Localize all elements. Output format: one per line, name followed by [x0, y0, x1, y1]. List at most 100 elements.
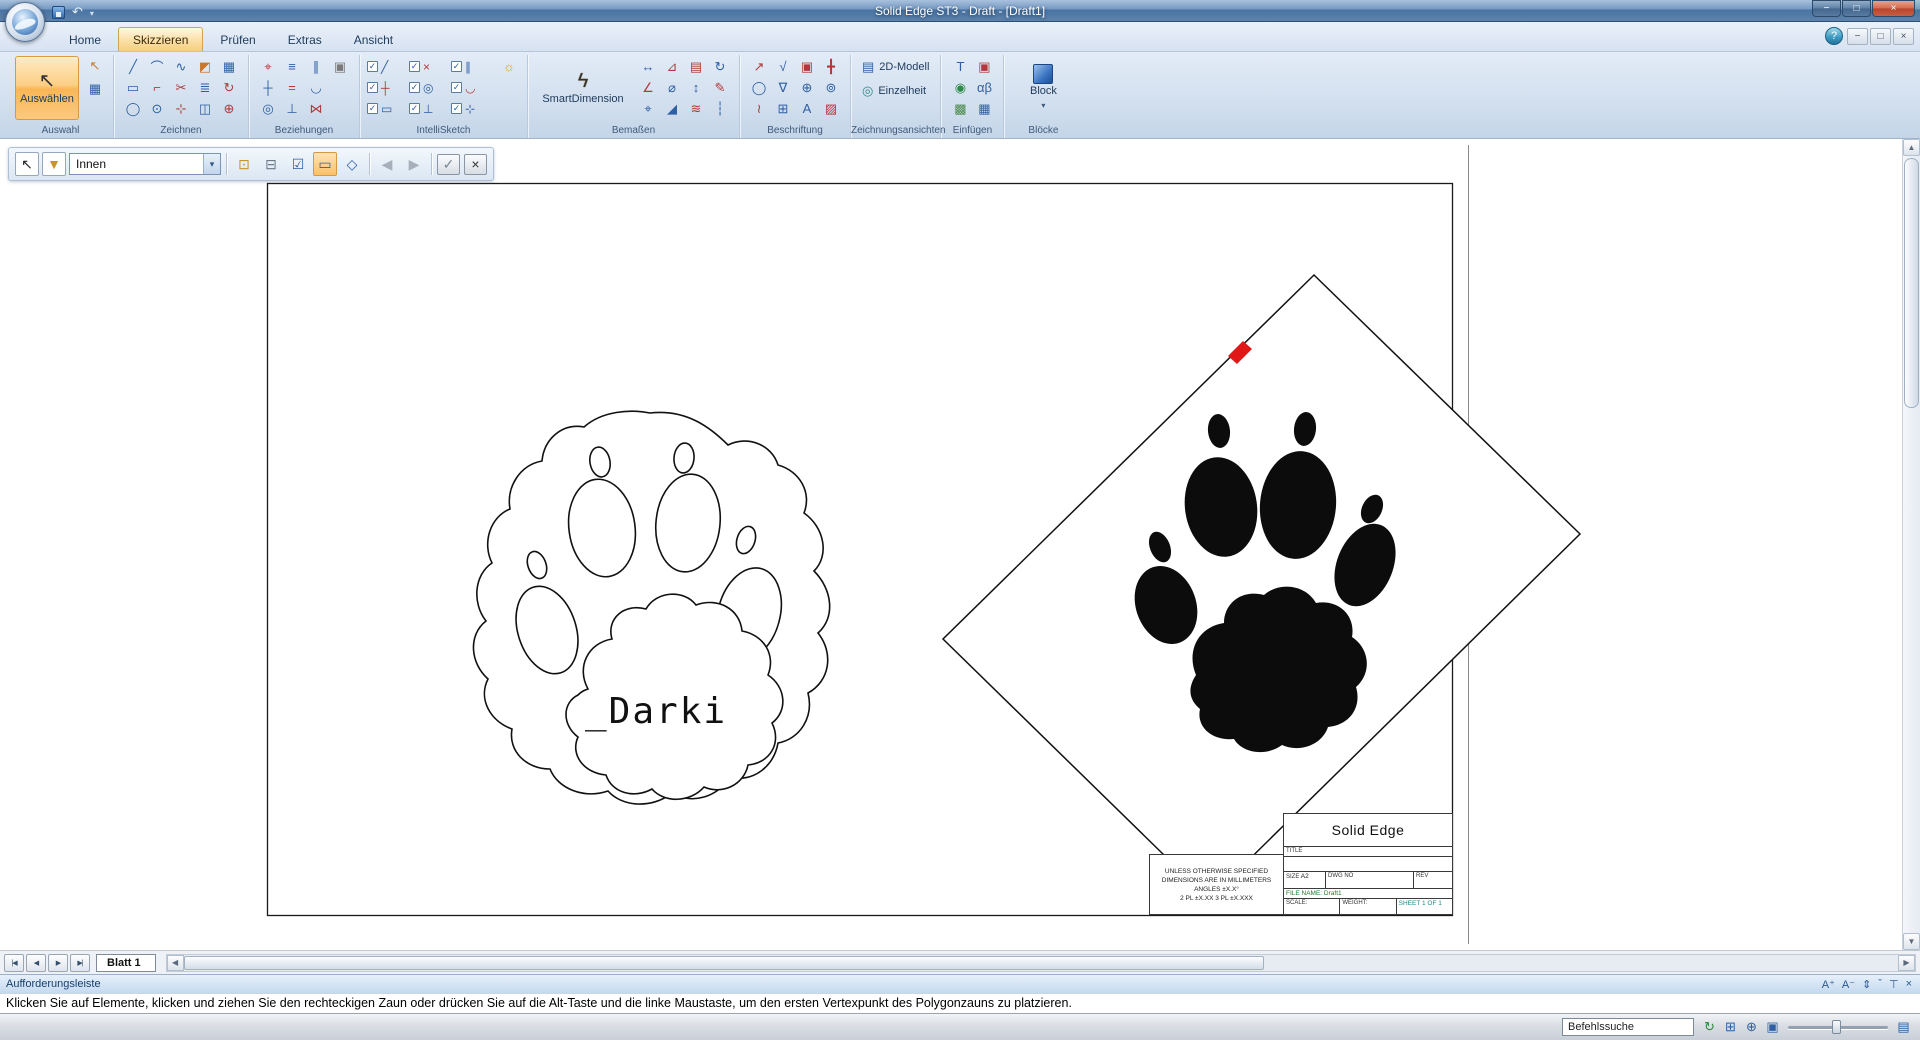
last-sheet-button[interactable]: ▶|	[70, 954, 90, 972]
zoom-icon[interactable]: ⊕	[1743, 1018, 1760, 1036]
close-button[interactable]: ×	[1872, 0, 1915, 17]
selection-filter-icon[interactable]: ▼	[42, 152, 66, 176]
tab-extras[interactable]: Extras	[273, 27, 337, 51]
parallel-checkbox[interactable]: ✓	[451, 61, 462, 72]
application-button[interactable]	[5, 2, 45, 42]
centerline-icon[interactable]: ╋	[820, 57, 842, 77]
paw-image[interactable]	[943, 275, 1580, 899]
center-point-checkbox[interactable]: ✓	[409, 82, 420, 93]
hyperlink-icon[interactable]: ◉	[949, 78, 971, 98]
edge-condition-icon[interactable]: ∇	[772, 78, 794, 98]
sheet-view-icon[interactable]: ▤	[1895, 1018, 1912, 1036]
datum-frame-icon[interactable]: ▣	[796, 57, 818, 77]
text-box-icon[interactable]: A	[796, 99, 818, 119]
font-decrease-icon[interactable]: A⁻	[1842, 978, 1855, 991]
rectangle-fence-icon[interactable]: ▭	[313, 152, 337, 176]
rectangle-icon[interactable]: ▭	[122, 78, 144, 98]
ellipse-icon[interactable]: ⊙	[146, 99, 168, 119]
curve-icon[interactable]: ∿	[170, 57, 192, 77]
cancel-icon[interactable]: ×	[464, 154, 487, 175]
autoscroll-icon[interactable]: ⇕	[1862, 978, 1871, 991]
drawing-canvas[interactable]: _Darki UNLESS OTHERWISE SPECIFIEDDIMENSI…	[0, 139, 1920, 950]
edge-point-checkbox[interactable]: ✓	[367, 103, 378, 114]
balloon-icon[interactable]: ◯	[748, 78, 770, 98]
validate-selection-icon[interactable]: ☑	[286, 152, 310, 176]
table-icon[interactable]: ▦	[973, 99, 995, 119]
chamfer-dimension-icon[interactable]: ◢	[661, 99, 683, 119]
equal-icon[interactable]: =	[281, 78, 303, 98]
angle-coordinate-icon[interactable]: ⊿	[661, 57, 683, 77]
save-icon[interactable]	[52, 6, 65, 19]
horizontal-scroll-thumb[interactable]	[184, 956, 1264, 970]
callout-icon[interactable]: ↗	[748, 57, 770, 77]
fit-icon[interactable]: ▣	[1764, 1018, 1781, 1036]
polygon-fence-icon[interactable]: ◇	[340, 152, 364, 176]
block-button[interactable]: Block	[1011, 56, 1075, 120]
tab-home[interactable]: Home	[54, 27, 116, 51]
midpoint-checkbox[interactable]: ✓	[367, 82, 378, 93]
vertical-scrollbar[interactable]: ▲ ▼	[1902, 139, 1920, 950]
collinear-icon[interactable]: ≡	[281, 57, 303, 77]
select-filter-icon[interactable]: ▦	[84, 79, 106, 99]
tangent[interactable]: ✓◡	[451, 81, 493, 95]
scroll-up-icon[interactable]: ▲	[1903, 139, 1920, 156]
auto-dimension-icon[interactable]: ▤	[685, 57, 707, 77]
help-icon[interactable]: ?	[1825, 27, 1843, 45]
selection-mode-dropdown[interactable]: Innen	[69, 153, 221, 175]
2d-modell-button[interactable]: ▤ 2D-Modell	[858, 56, 933, 77]
update-dimension-icon[interactable]: ↻	[709, 57, 731, 77]
einzelheit-button[interactable]: ◎ Einzelheit	[858, 80, 933, 101]
maximize-button[interactable]: □	[1842, 0, 1871, 17]
first-sheet-button[interactable]: |◀	[4, 954, 24, 972]
next-sheet-button[interactable]: ▶	[48, 954, 68, 972]
center-point[interactable]: ✓◎	[409, 81, 451, 95]
minimize-button[interactable]: −	[1812, 0, 1841, 17]
point-on-element[interactable]: ✓⊹	[451, 102, 493, 116]
block-dropdown-icon[interactable]	[1041, 100, 1045, 112]
next-selection-icon[interactable]: ▶	[402, 152, 426, 176]
undo-icon[interactable]: ↶	[72, 4, 83, 20]
scroll-right-icon[interactable]: ▶	[1898, 955, 1915, 971]
select-cursor-icon[interactable]: ↖	[15, 152, 39, 176]
point-on-element-checkbox[interactable]: ✓	[451, 103, 462, 114]
doc-restore-button[interactable]: □	[1870, 28, 1891, 45]
weld-symbol-icon[interactable]: ≀	[748, 99, 770, 119]
vertical-dimension-icon[interactable]: ↕	[685, 78, 707, 98]
rotate-icon[interactable]: ↻	[218, 78, 240, 98]
point-icon[interactable]: ⊹	[170, 99, 192, 119]
bolt-circle-icon[interactable]: ⊚	[820, 78, 842, 98]
fill-icon[interactable]: ◩	[194, 57, 216, 77]
close-panel-icon[interactable]: ×	[1906, 978, 1912, 990]
arc-icon[interactable]: ⌒	[146, 57, 168, 77]
sheet-tab[interactable]: Blatt 1	[96, 954, 156, 972]
image-icon[interactable]: ▩	[949, 99, 971, 119]
offset-icon[interactable]: ≣	[194, 78, 216, 98]
pattern-icon[interactable]: ▦	[218, 57, 240, 77]
scroll-down-icon[interactable]: ▼	[1903, 933, 1920, 950]
smartdimension-button[interactable]: ϟ SmartDimension	[535, 56, 631, 120]
previous-sheet-button[interactable]: ◀	[26, 954, 46, 972]
paw-sketch[interactable]: _Darki	[473, 411, 829, 804]
line-icon[interactable]: ╱	[122, 57, 144, 77]
font-increase-icon[interactable]: A⁺	[1822, 978, 1835, 991]
datum-target-icon[interactable]: ⊕	[796, 78, 818, 98]
tab-skizzieren[interactable]: Skizzieren	[118, 27, 203, 51]
doc-minimize-button[interactable]: −	[1847, 28, 1868, 45]
include-inside-icon[interactable]: ⊟	[259, 152, 283, 176]
auswaehlen-button[interactable]: ↖ Auswählen	[15, 56, 79, 120]
horizontal-scrollbar[interactable]: ◀ ▶	[166, 954, 1916, 972]
object-icon[interactable]: ▣	[973, 57, 995, 77]
intersection-point-checkbox[interactable]: ✓	[409, 61, 420, 72]
text-icon[interactable]: T	[949, 57, 971, 77]
zoom-slider[interactable]	[1788, 1019, 1888, 1035]
fillet-icon[interactable]: ⌐	[146, 78, 168, 98]
parallel[interactable]: ✓∥	[451, 60, 493, 74]
distance-between-icon[interactable]: ↔	[637, 57, 659, 77]
tangent-checkbox[interactable]: ✓	[451, 82, 462, 93]
midpoint[interactable]: ✓┼	[367, 81, 409, 95]
surface-texture-icon[interactable]: √	[772, 57, 794, 77]
include-overlapping-icon[interactable]: ⊡	[232, 152, 256, 176]
collapse-panel-icon[interactable]: ˇ	[1878, 978, 1882, 990]
vertical-scroll-thumb[interactable]	[1904, 158, 1919, 408]
horizontal-vertical-icon[interactable]: ┼	[257, 78, 279, 98]
